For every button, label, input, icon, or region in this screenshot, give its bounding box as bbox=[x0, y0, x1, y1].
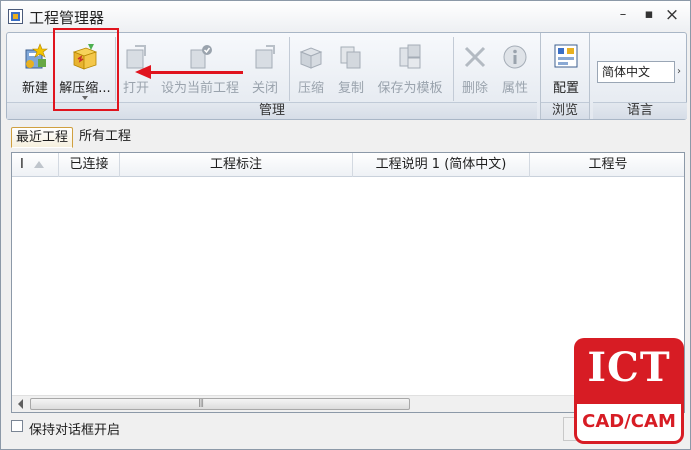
column-header-project-number[interactable]: 工程号 bbox=[530, 153, 684, 177]
configure-button[interactable]: 配置 bbox=[543, 36, 589, 102]
title-bar[interactable]: 工程管理器 – ▪ × bbox=[1, 1, 690, 31]
save-template-button[interactable]: 保存为模板 bbox=[371, 36, 449, 102]
tab-recent-projects[interactable]: 最近工程 bbox=[11, 127, 74, 148]
open-button-label: 打开 bbox=[122, 81, 149, 96]
set-current-icon bbox=[190, 45, 212, 69]
properties-icon bbox=[503, 45, 527, 69]
close-project-button-label: 关闭 bbox=[251, 81, 278, 96]
ict-cadcam-logo: ICT CAD/CAM bbox=[574, 338, 684, 444]
grip-icon: ||| bbox=[198, 398, 204, 407]
logo-text-ict: ICT bbox=[587, 344, 671, 391]
copy-icon bbox=[340, 46, 361, 69]
compress-icon bbox=[299, 47, 323, 69]
ribbon-group-label: 语言 bbox=[593, 102, 687, 119]
copy-button-label: 复制 bbox=[337, 81, 364, 96]
minimize-button[interactable]: – bbox=[613, 6, 633, 24]
scrollbar-thumb[interactable] bbox=[30, 398, 410, 410]
tab-all-projects[interactable]: 所有工程 bbox=[75, 127, 135, 148]
new-button-label: 新建 bbox=[21, 81, 48, 96]
table-header: I 已连接 工程标注 工程说明 1 (简体中文) 工程号 bbox=[12, 153, 684, 177]
compress-button-label: 压缩 bbox=[297, 81, 324, 96]
delete-icon bbox=[464, 46, 486, 68]
language-select[interactable]: 简体中文 bbox=[597, 61, 675, 83]
red-arrow-line bbox=[148, 71, 243, 74]
column-header-index[interactable]: I bbox=[12, 153, 59, 177]
keep-dialog-open-label: 保持对话框开启 bbox=[29, 423, 121, 438]
ribbon-group-label: 浏览 bbox=[541, 102, 589, 119]
column-header-connected[interactable]: 已连接 bbox=[59, 153, 120, 177]
scroll-left-icon[interactable] bbox=[18, 399, 23, 409]
logo-bottom-block: CAD/CAM bbox=[574, 404, 684, 444]
new-project-icon bbox=[25, 43, 48, 69]
column-header-project-name[interactable]: 工程标注 bbox=[120, 153, 353, 177]
ribbon-group-browse: 配置 浏览 bbox=[540, 33, 590, 119]
new-button[interactable]: 新建 bbox=[13, 36, 57, 102]
project-manager-window: 工程管理器 – ▪ × 新建 解压缩... 打开 设为当前工程 关闭 压缩 复制… bbox=[0, 0, 691, 450]
column-header-project-description[interactable]: 工程说明 1 (简体中文) bbox=[353, 153, 530, 177]
maximize-button[interactable]: ▪ bbox=[639, 6, 659, 24]
close-project-button[interactable]: 关闭 bbox=[245, 36, 285, 102]
window-title: 工程管理器 bbox=[29, 9, 105, 27]
delete-button[interactable]: 删除 bbox=[455, 36, 495, 102]
sort-ascending-icon bbox=[33, 161, 44, 168]
logo-text-cadcam: CAD/CAM bbox=[582, 411, 676, 432]
set-current-button[interactable]: 设为当前工程 bbox=[157, 36, 243, 102]
logo-top-block: ICT bbox=[574, 338, 684, 404]
close-project-icon bbox=[255, 45, 275, 69]
copy-button[interactable]: 复制 bbox=[331, 36, 371, 102]
properties-button[interactable]: 属性 bbox=[495, 36, 535, 102]
keep-dialog-open-checkbox[interactable] bbox=[11, 420, 23, 432]
ribbon-separator bbox=[289, 37, 290, 101]
red-highlight-box bbox=[53, 28, 119, 111]
ribbon-separator bbox=[453, 37, 454, 101]
ribbon-group-language: 简体中文 › 语言 bbox=[593, 33, 687, 119]
save-template-icon bbox=[399, 44, 421, 69]
delete-button-label: 删除 bbox=[461, 81, 488, 96]
app-icon bbox=[8, 9, 23, 24]
set-current-button-label: 设为当前工程 bbox=[160, 81, 239, 96]
configure-button-label: 配置 bbox=[552, 81, 579, 96]
configure-icon bbox=[554, 44, 578, 68]
close-window-button[interactable]: × bbox=[662, 6, 682, 24]
compress-button[interactable]: 压缩 bbox=[291, 36, 331, 102]
properties-button-label: 属性 bbox=[501, 81, 528, 96]
save-template-button-label: 保存为模板 bbox=[377, 81, 443, 96]
column-header-index-label: I bbox=[20, 157, 24, 172]
chevron-right-icon[interactable]: › bbox=[677, 66, 681, 77]
